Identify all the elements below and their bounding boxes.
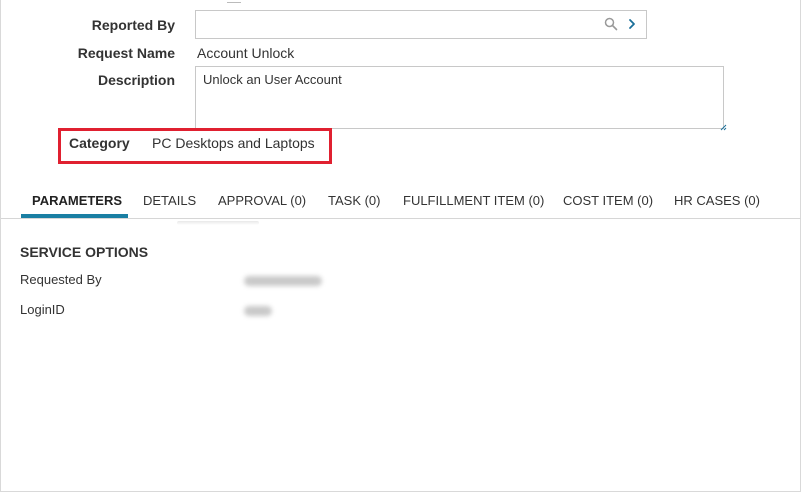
login-id-value-redacted <box>244 306 272 316</box>
description-label: Description <box>97 72 175 88</box>
service-options-title: SERVICE OPTIONS <box>20 244 149 260</box>
tab-hr-cases[interactable]: HR CASES (0) <box>674 186 760 218</box>
category-label: Category <box>69 135 130 151</box>
tab-details[interactable]: DETAILS <box>143 186 196 218</box>
tab-hover-shadow <box>177 221 259 225</box>
clipped-glyph <box>227 0 241 3</box>
tab-cost-item[interactable]: COST ITEM (0) <box>563 186 653 218</box>
tab-fulfillment-item[interactable]: FULFILLMENT ITEM (0) <box>403 186 544 218</box>
description-field[interactable] <box>195 66 727 131</box>
tab-task[interactable]: TASK (0) <box>328 186 381 218</box>
description-textarea[interactable] <box>196 67 723 128</box>
requested-by-label: Requested By <box>20 272 102 287</box>
requested-by-value-redacted <box>244 276 322 286</box>
resize-handle-icon[interactable] <box>719 123 727 131</box>
active-tab-indicator <box>21 214 128 218</box>
login-id-label: LoginID <box>20 302 65 317</box>
request-name-value: Account Unlock <box>197 45 295 61</box>
reported-by-lookup[interactable] <box>195 10 647 39</box>
tab-approval[interactable]: APPROVAL (0) <box>218 186 306 218</box>
chevron-right-icon[interactable] <box>627 18 637 30</box>
reported-by-input[interactable] <box>196 11 596 38</box>
reported-by-label: Reported By <box>91 17 175 33</box>
category-value: PC Desktops and Laptops <box>152 135 315 151</box>
search-icon[interactable] <box>604 17 618 31</box>
request-name-label: Request Name <box>77 45 175 61</box>
form-panel: Reported By Request Name Account Unlock … <box>0 0 801 492</box>
